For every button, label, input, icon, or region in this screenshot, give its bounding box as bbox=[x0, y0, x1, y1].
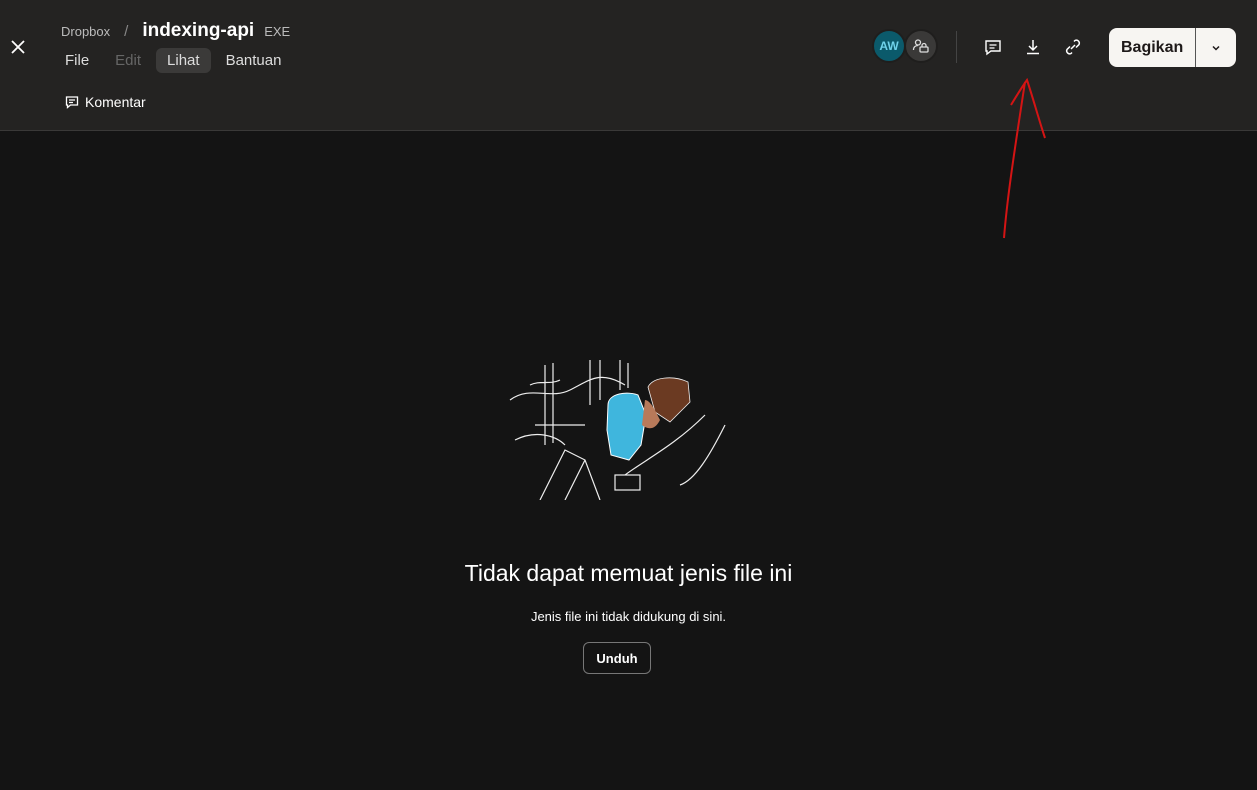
close-icon[interactable] bbox=[8, 37, 28, 57]
share-dropdown-button[interactable] bbox=[1196, 28, 1236, 67]
download-file-button[interactable]: Unduh bbox=[583, 642, 651, 674]
download-icon bbox=[1027, 40, 1039, 55]
menu-bantuan[interactable]: Bantuan bbox=[215, 48, 293, 73]
error-subtitle: Jenis file ini tidak didukung di sini. bbox=[530, 609, 727, 624]
comment-toolbar-button[interactable] bbox=[982, 36, 1004, 58]
breadcrumb: Dropbox / indexing-api EXE bbox=[61, 20, 290, 42]
menu-lihat[interactable]: Lihat bbox=[156, 48, 211, 73]
link-icon bbox=[1065, 39, 1081, 55]
comment-icon bbox=[985, 40, 1001, 56]
breadcrumb-separator: / bbox=[124, 23, 129, 40]
file-extension: EXE bbox=[264, 24, 291, 39]
comment-icon bbox=[65, 96, 79, 109]
menu-edit: Edit bbox=[115, 52, 142, 69]
download-button[interactable] bbox=[1022, 36, 1044, 58]
people-icon bbox=[912, 39, 929, 53]
collaborators: AW bbox=[872, 29, 938, 63]
annotation-arrow bbox=[1003, 77, 1046, 239]
share-people-button[interactable] bbox=[904, 29, 938, 63]
file-name: indexing-api bbox=[142, 20, 255, 41]
divider bbox=[956, 31, 957, 63]
error-title: Tidak dapat memuat jenis file ini bbox=[464, 560, 793, 586]
menu-bar: File Edit Lihat Bantuan bbox=[54, 48, 292, 73]
breadcrumb-dropbox[interactable]: Dropbox bbox=[61, 24, 110, 39]
top-bar: Dropbox / indexing-api EXE File Edit Lih… bbox=[0, 0, 1257, 131]
share-split-button: Bagikan bbox=[1109, 28, 1237, 67]
menu-file[interactable]: File bbox=[54, 48, 100, 73]
copy-link-button[interactable] bbox=[1062, 36, 1084, 58]
binoculars-illustration bbox=[509, 360, 726, 500]
comment-label: Komentar bbox=[85, 94, 146, 110]
comment-button[interactable]: Komentar bbox=[65, 94, 146, 110]
chevron-down-icon bbox=[1212, 45, 1220, 51]
share-button[interactable]: Bagikan bbox=[1109, 28, 1197, 67]
avatar[interactable]: AW bbox=[872, 29, 906, 63]
